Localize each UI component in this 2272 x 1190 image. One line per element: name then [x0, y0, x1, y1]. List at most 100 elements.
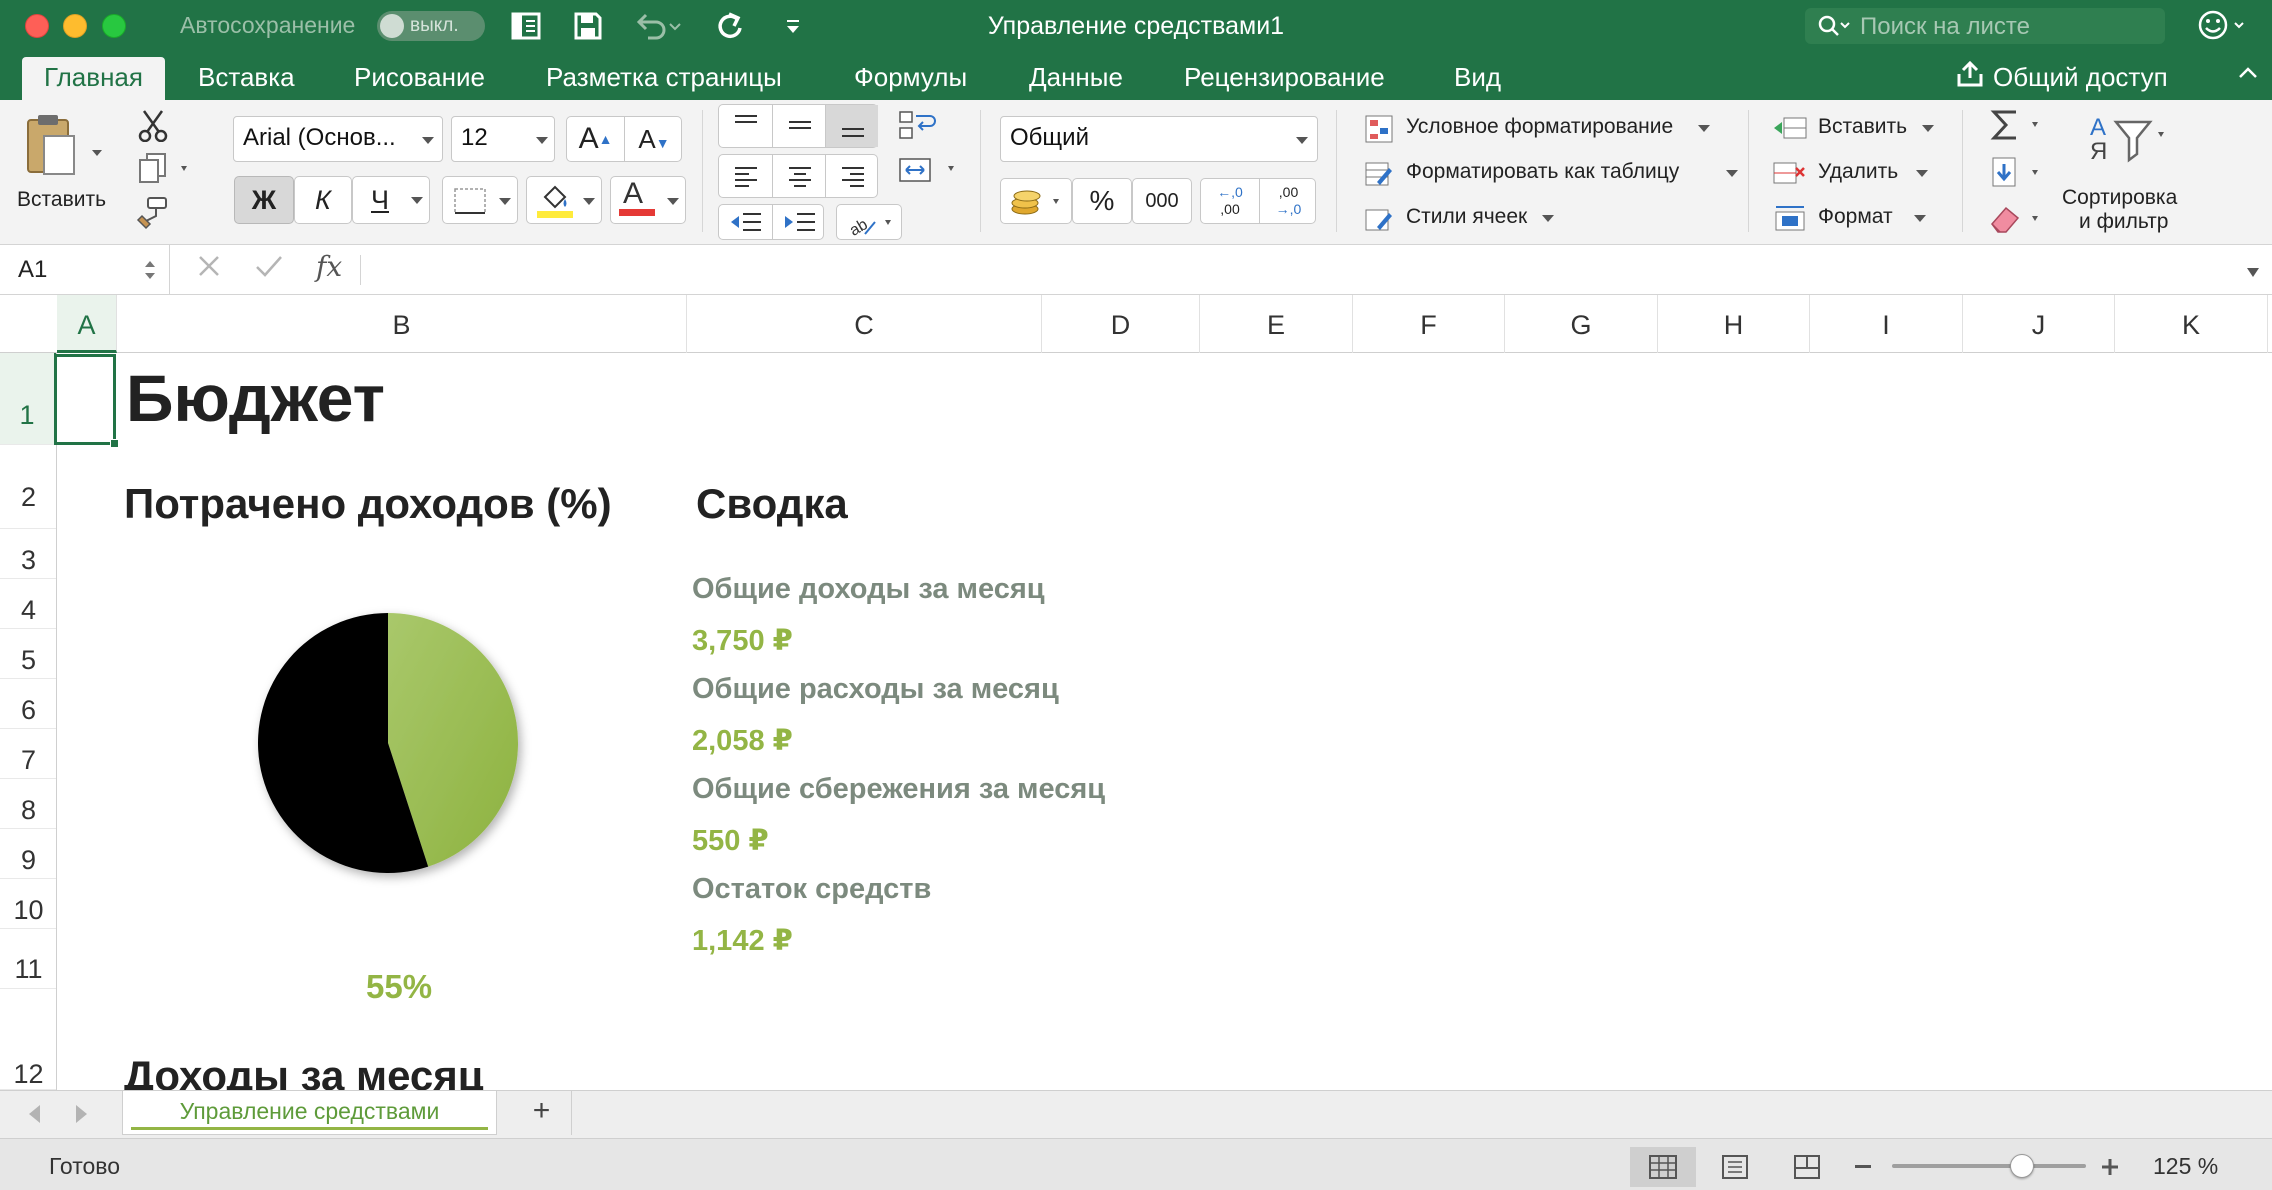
shrink-font-button[interactable]: A▼ [625, 117, 683, 161]
sort-filter-icon[interactable]: А Я [2082, 112, 2182, 172]
increase-indent-button[interactable] [772, 205, 825, 239]
row-header-2[interactable]: 2 [0, 445, 56, 529]
zoom-out-icon[interactable] [1855, 1165, 1871, 1168]
tab-formulas[interactable]: Формулы [854, 57, 967, 100]
align-right-button[interactable] [825, 155, 878, 197]
save-icon[interactable] [570, 8, 606, 44]
maximize-window-button[interactable] [102, 14, 126, 38]
redo-icon[interactable] [712, 8, 748, 44]
font-name-select[interactable]: Arial (Основ... [233, 116, 443, 162]
number-format-select[interactable]: Общий [1000, 116, 1318, 162]
sidebar-toggle-icon[interactable] [508, 8, 544, 44]
add-sheet-button[interactable]: + [512, 1091, 572, 1135]
orientation-button[interactable]: ab [836, 204, 902, 240]
conditional-formatting-button[interactable]: Условное форматирование [1360, 110, 1720, 150]
row-header-6[interactable]: 6 [0, 679, 56, 729]
tab-page-layout[interactable]: Разметка страницы [546, 57, 782, 100]
row-header-8[interactable]: 8 [0, 779, 56, 829]
column-header-e[interactable]: E [1200, 295, 1353, 353]
zoom-slider-track[interactable] [1892, 1164, 2086, 1168]
sheet-tab-budget[interactable]: Управление средствами [122, 1091, 497, 1135]
column-header-g[interactable]: G [1505, 295, 1658, 353]
page-layout-view-button[interactable] [1702, 1147, 1768, 1187]
sheet-search-input[interactable]: Поиск на листе [1805, 8, 2165, 44]
cancel-entry-icon[interactable] [196, 253, 222, 286]
row-header-3[interactable]: 3 [0, 529, 56, 579]
insert-function-button[interactable]: fx [316, 250, 342, 283]
increase-decimal-button[interactable]: ←,0 ,00 [1201, 179, 1259, 223]
column-header-f[interactable]: F [1353, 295, 1505, 353]
align-left-button[interactable] [719, 155, 772, 197]
currency-format-button[interactable] [1000, 178, 1072, 224]
undo-icon[interactable] [630, 8, 686, 44]
tab-data[interactable]: Данные [1029, 57, 1123, 100]
column-header-i[interactable]: I [1810, 295, 1963, 353]
row-header-7[interactable]: 7 [0, 729, 56, 779]
clear-eraser-icon[interactable] [1988, 202, 2050, 241]
column-header-c[interactable]: C [687, 295, 1042, 353]
tab-review[interactable]: Рецензирование [1184, 57, 1385, 100]
row-header-1[interactable]: 1 [0, 353, 56, 445]
row-header-5[interactable]: 5 [0, 629, 56, 679]
cut-icon[interactable] [137, 108, 169, 147]
column-header-j[interactable]: J [1963, 295, 2115, 353]
decrease-decimal-button[interactable]: ,00 →,0 [1259, 179, 1317, 223]
align-top-button[interactable] [719, 105, 772, 147]
grow-font-button[interactable]: A▲ [567, 117, 625, 161]
collapse-ribbon-icon[interactable] [2237, 62, 2259, 89]
format-cells-button[interactable]: Формат [1770, 200, 1940, 240]
confirm-entry-icon[interactable] [254, 253, 284, 286]
underline-button[interactable]: Ч [352, 176, 430, 224]
fill-down-icon[interactable] [1990, 156, 2050, 195]
customize-toolbar-icon[interactable] [778, 8, 808, 44]
row-header-10[interactable]: 10 [0, 879, 56, 929]
align-middle-button[interactable] [772, 105, 825, 147]
column-header-b[interactable]: B [117, 295, 687, 353]
wrap-text-icon[interactable] [898, 110, 938, 145]
zoom-slider-handle[interactable] [2010, 1154, 2035, 1178]
column-header-k[interactable]: K [2115, 295, 2268, 353]
tab-insert[interactable]: Вставка [198, 57, 295, 100]
row-header-12[interactable]: 12 [0, 989, 56, 1090]
delete-cells-button[interactable]: Удалить [1770, 155, 1940, 195]
row-header-4[interactable]: 4 [0, 579, 56, 629]
feedback-smiley-icon[interactable] [2197, 9, 2251, 48]
zoom-level[interactable]: 125 % [2153, 1153, 2218, 1180]
fill-color-button[interactable] [526, 176, 602, 224]
cell-styles-button[interactable]: Стили ячеек [1360, 200, 1600, 240]
zoom-in-icon[interactable] [2101, 1158, 2119, 1181]
percent-style-button[interactable]: % [1072, 178, 1132, 224]
page-break-view-button[interactable] [1774, 1147, 1840, 1187]
comma-style-button[interactable]: 000 [1132, 178, 1192, 224]
align-center-button[interactable] [772, 155, 825, 197]
row-header-11[interactable]: 11 [0, 929, 56, 989]
column-header-a[interactable]: A [57, 295, 117, 353]
autosave-toggle[interactable]: выкл. [377, 11, 485, 41]
column-header-d[interactable]: D [1042, 295, 1200, 353]
fill-handle[interactable] [110, 439, 119, 448]
format-as-table-button[interactable]: Форматировать как таблицу [1360, 155, 1740, 195]
share-button[interactable]: Общий доступ [1955, 60, 2168, 95]
row-header-9[interactable]: 9 [0, 829, 56, 879]
italic-button[interactable]: К [294, 176, 352, 224]
minimize-window-button[interactable] [63, 14, 87, 38]
formula-input[interactable] [372, 255, 2212, 287]
tab-draw[interactable]: Рисование [354, 57, 485, 100]
scroll-tabs-left-icon[interactable] [26, 1103, 44, 1130]
expand-formula-bar-icon[interactable] [2246, 265, 2260, 283]
merge-center-icon[interactable] [898, 156, 962, 191]
font-color-button[interactable]: A [610, 176, 686, 224]
column-header-h[interactable]: H [1658, 295, 1810, 353]
normal-view-button[interactable] [1630, 1147, 1696, 1187]
borders-button[interactable] [442, 176, 518, 224]
spent-income-pie-chart[interactable] [178, 538, 598, 958]
bold-button[interactable]: Ж [234, 176, 294, 224]
format-painter-icon[interactable] [134, 196, 168, 235]
insert-cells-button[interactable]: Вставить [1770, 110, 1940, 150]
tab-view[interactable]: Вид [1454, 57, 1501, 100]
copy-icon[interactable] [137, 152, 193, 189]
tab-home[interactable]: Главная [22, 57, 165, 100]
decrease-indent-button[interactable] [719, 205, 772, 239]
name-box[interactable]: A1 [0, 245, 170, 295]
align-bottom-button[interactable] [825, 105, 878, 147]
